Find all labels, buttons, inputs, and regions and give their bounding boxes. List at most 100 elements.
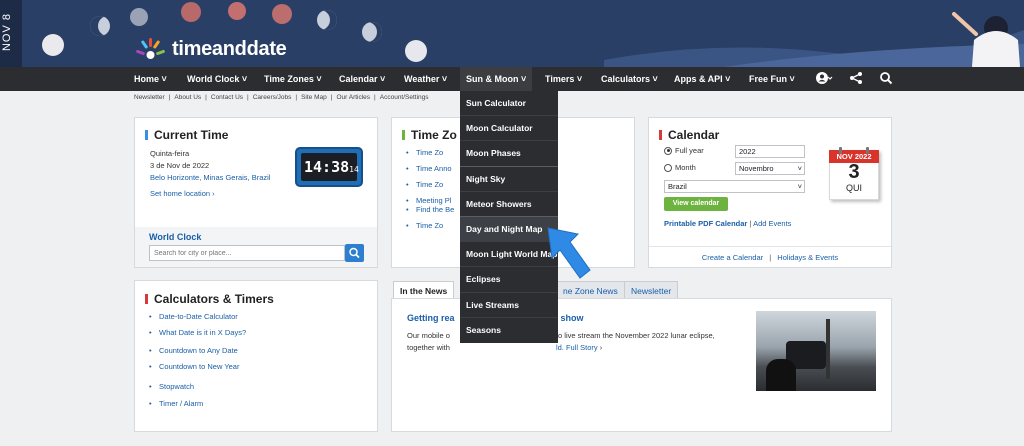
set-home-link[interactable]: Set home location › — [150, 189, 215, 198]
add-events-link[interactable]: Add Events — [753, 219, 791, 228]
chevron-down-icon: ˅ — [797, 182, 802, 191]
view-calendar-button[interactable]: View calendar — [664, 197, 728, 211]
moon-phase-icon — [181, 2, 201, 22]
list-item[interactable]: Time Zo — [406, 180, 454, 189]
moon-phase-icon — [42, 34, 64, 56]
sun-moon-dropdown: Sun Calculator Moon Calculator Moon Phas… — [460, 91, 558, 343]
link-newsletter[interactable]: Newsletter — [134, 94, 165, 101]
nav-timers[interactable]: Timers ˅ — [545, 67, 582, 91]
share-icon[interactable] — [849, 71, 863, 85]
calendar-icon-weekday: QUI — [845, 183, 862, 193]
tab-newsletter[interactable]: Newsletter — [624, 281, 679, 299]
nav-home[interactable]: Home ˅ — [134, 67, 167, 91]
news-image[interactable] — [756, 311, 876, 391]
nav-time-zones[interactable]: Time Zones ˅ — [264, 67, 322, 91]
chevron-down-icon: ˅ — [797, 164, 802, 173]
menu-live-streams[interactable]: Live Streams — [460, 293, 558, 318]
menu-night-sky[interactable]: Night Sky — [460, 167, 558, 192]
moon-phase-icon — [90, 16, 110, 36]
calculators-card: Calculators & Timers Date-to-Date Calcul… — [134, 280, 378, 432]
holidays-link[interactable]: Holidays & Events — [777, 253, 838, 262]
nav-world-clock[interactable]: World Clock ˅ — [187, 67, 247, 91]
list-item[interactable]: Meeting Pl — [406, 196, 454, 205]
menu-sun-calculator[interactable]: Sun Calculator — [460, 91, 558, 117]
calendar-card: Calendar Full year 2022 Month Novembro ˅ … — [648, 117, 892, 268]
nav-calculators[interactable]: Calculators ˅ — [601, 67, 658, 91]
moon-phase-icon — [130, 8, 148, 26]
world-clock-section: World Clock — [135, 227, 377, 267]
list-item[interactable]: Countdown to Any Date — [149, 346, 246, 355]
link-contact[interactable]: Contact Us — [211, 94, 243, 101]
date-tab[interactable]: NOV 8 — [0, 0, 22, 67]
link-account[interactable]: Account/Settings — [380, 94, 429, 101]
full-story-link[interactable]: ld. Full Story — [556, 343, 598, 352]
link-articles[interactable]: Our Articles — [336, 94, 370, 101]
pdf-links: Printable PDF Calendar | Add Events — [664, 219, 792, 228]
list-item-cont[interactable]: Find the Be — [406, 205, 454, 214]
link-about[interactable]: About Us — [174, 94, 201, 101]
pointer-arrow-icon — [547, 227, 591, 279]
menu-moon-calculator[interactable]: Moon Calculator — [460, 116, 558, 142]
list-item[interactable]: Countdown to New Year — [149, 362, 246, 371]
weekday-text: Quinta-feira — [150, 149, 190, 158]
moon-phase-icon — [362, 22, 382, 42]
menu-moon-phases[interactable]: Moon Phases — [460, 141, 558, 167]
card-title: Calculators & Timers — [145, 292, 274, 306]
card-title: Current Time — [145, 128, 228, 142]
list-item[interactable]: Stopwatch — [149, 382, 246, 391]
link-site-map[interactable]: Site Map — [301, 94, 327, 101]
clock-widget: 14:3814 — [295, 147, 363, 187]
clock-time: 14:38 — [304, 158, 350, 176]
menu-meteor-showers[interactable]: Meteor Showers — [460, 192, 558, 217]
nav-calendar[interactable]: Calendar ˅ — [339, 67, 385, 91]
month-select[interactable]: Novembro ˅ — [735, 162, 805, 175]
world-clock-title: World Clock — [149, 232, 202, 242]
tab-in-the-news[interactable]: In the News — [393, 281, 455, 299]
logo-icon — [136, 38, 165, 59]
calendar-footer: Create a Calendar | Holidays & Events — [649, 246, 891, 267]
nav-sun-moon[interactable]: Sun & Moon ˅ — [460, 67, 533, 91]
search-icon — [349, 247, 360, 259]
sub-links: Newsletter | About Us | Contact Us | Career… — [134, 94, 429, 101]
moon-phase-icon — [272, 4, 292, 24]
current-time-card: Current Time Quinta-feira 3 de Nov de 20… — [134, 117, 378, 268]
country-select[interactable]: Brazil ˅ — [664, 180, 805, 193]
site-header: NOV 8 timeanddate — [0, 0, 1024, 67]
header-illustration — [604, 12, 1024, 67]
news-body: Our mobile o to live stream the November … — [407, 331, 715, 352]
create-calendar-link[interactable]: Create a Calendar — [702, 253, 763, 262]
printable-pdf-link[interactable]: Printable PDF Calendar — [664, 219, 747, 228]
list-item[interactable]: Time Zo — [406, 148, 454, 157]
list-item[interactable]: Date-to-Date Calculator — [149, 312, 246, 321]
calendar-icon: NOV 2022 3 QUI — [829, 145, 883, 201]
city-search-button[interactable] — [345, 244, 364, 262]
site-logo[interactable]: timeanddate — [134, 36, 287, 62]
time-zones-list: Time Zo Time Anno Time Zo Meeting Pl Fin… — [406, 148, 454, 230]
month-radio[interactable]: Month — [664, 163, 696, 172]
list-item[interactable]: Timer / Alarm — [149, 399, 246, 408]
location-link[interactable]: Belo Horizonte, Minas Gerais, Brazil — [150, 173, 270, 182]
nav-free-fun[interactable]: Free Fun ˅ — [749, 67, 795, 91]
city-search-input[interactable] — [149, 245, 345, 261]
main-nav: Home ˅ World Clock ˅ Time Zones ˅ Calend… — [0, 67, 1024, 91]
moon-phase-icon — [405, 40, 427, 62]
year-input[interactable]: 2022 — [735, 145, 805, 158]
full-year-radio[interactable]: Full year — [664, 146, 704, 155]
search-icon[interactable] — [879, 71, 893, 85]
card-title: Calendar — [659, 128, 719, 142]
list-item[interactable]: Time Zo — [406, 221, 454, 230]
nav-apps-api[interactable]: Apps & API ˅ — [674, 67, 730, 91]
nav-icons — [815, 71, 893, 85]
radio-checked — [664, 146, 672, 155]
list-item[interactable]: What Date is it in X Days? — [149, 328, 246, 337]
card-title: Time Zo — [402, 128, 457, 142]
list-item[interactable]: Time Anno — [406, 164, 454, 173]
menu-seasons[interactable]: Seasons — [460, 318, 558, 343]
moon-phase-icon — [317, 10, 337, 30]
clock-seconds: 14 — [349, 165, 359, 174]
nav-weather[interactable]: Weather ˅ — [404, 67, 447, 91]
link-careers[interactable]: Careers/Jobs — [253, 94, 292, 101]
radio-unchecked — [664, 163, 672, 172]
logo-text: timeanddate — [172, 37, 287, 60]
account-icon[interactable] — [815, 71, 833, 85]
